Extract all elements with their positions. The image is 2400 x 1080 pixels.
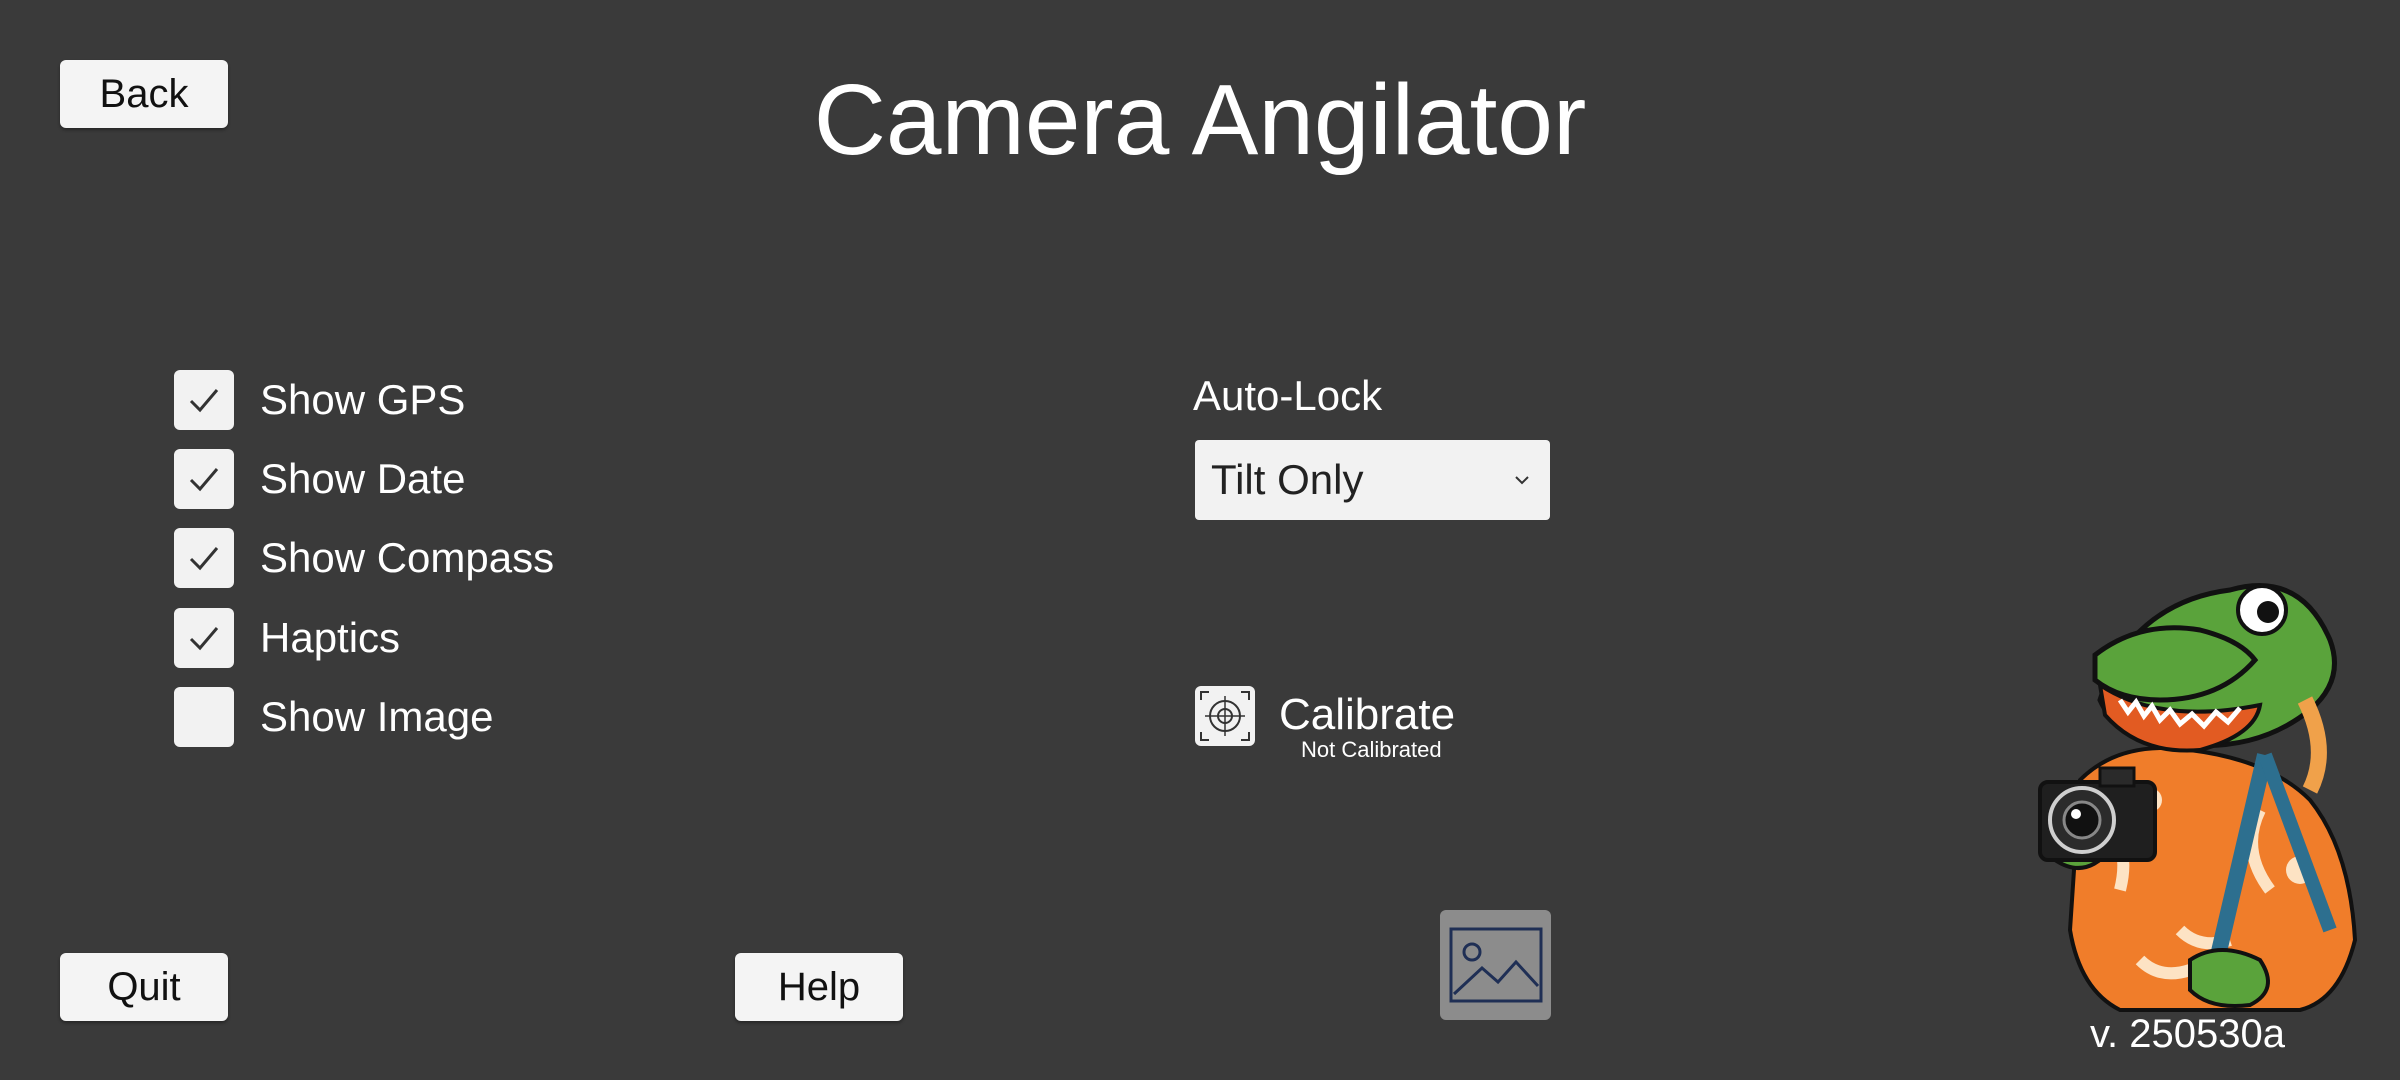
image-button[interactable] xyxy=(1440,910,1551,1020)
image-icon xyxy=(1449,927,1542,1003)
haptics-checkbox[interactable] xyxy=(174,608,234,668)
checkmark-icon xyxy=(189,627,219,651)
haptics-label: Haptics xyxy=(260,614,401,661)
auto-lock-select[interactable]: Tilt Only xyxy=(1195,440,1550,520)
chevron-down-icon xyxy=(1515,476,1529,485)
crocodile-mascot-icon xyxy=(2038,583,2358,1012)
option-show-image[interactable]: Show Image xyxy=(174,687,493,747)
quit-button[interactable]: Quit xyxy=(60,953,228,1021)
show-image-label: Show Image xyxy=(260,693,494,740)
option-haptics[interactable]: Haptics xyxy=(174,608,400,668)
page-title: Camera Angilator xyxy=(813,64,1587,176)
show-gps-label: Show GPS xyxy=(260,376,466,423)
option-show-date[interactable]: Show Date xyxy=(174,449,465,509)
checkmark-icon xyxy=(189,389,219,413)
show-date-checkbox[interactable] xyxy=(174,449,234,509)
checkmark-icon xyxy=(189,468,219,492)
calibrate-button[interactable]: Calibrate xyxy=(1279,690,1455,740)
show-compass-label: Show Compass xyxy=(260,534,555,581)
show-date-label: Show Date xyxy=(260,455,466,502)
help-button[interactable]: Help xyxy=(735,953,903,1021)
option-show-compass[interactable]: Show Compass xyxy=(174,528,554,588)
show-gps-checkbox[interactable] xyxy=(174,370,234,430)
version-label: v. 250530a xyxy=(2090,1012,2285,1056)
checkmark-icon xyxy=(189,547,219,571)
calibration-status: Not Calibrated xyxy=(1301,737,1442,762)
auto-lock-selected-value: Tilt Only xyxy=(1211,456,1364,503)
crosshair-icon[interactable] xyxy=(1195,686,1255,746)
auto-lock-label: Auto-Lock xyxy=(1193,372,1383,419)
option-show-gps[interactable]: Show GPS xyxy=(174,370,465,430)
show-compass-checkbox[interactable] xyxy=(174,528,234,588)
show-image-checkbox[interactable] xyxy=(174,687,234,747)
